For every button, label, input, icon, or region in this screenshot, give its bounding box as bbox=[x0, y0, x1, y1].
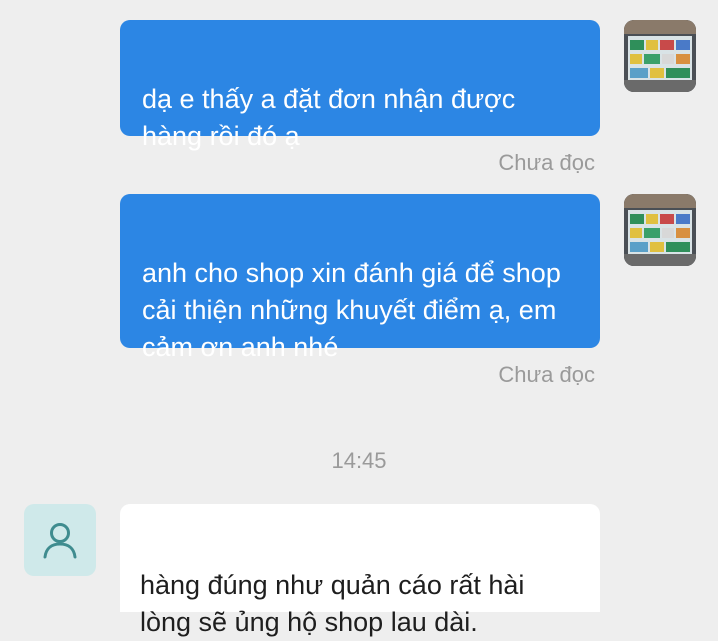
outgoing-message-bubble[interactable]: dạ e thấy a đặt đơn nhận được hàng rồi đ… bbox=[120, 20, 600, 151]
incoming-message-bubble[interactable]: hàng đúng như quản cáo rất hài lòng sẽ ủ… bbox=[120, 504, 600, 637]
read-status: Chưa đọc bbox=[498, 150, 595, 175]
outgoing-message-bubble[interactable]: anh cho shop xin đánh giá để shop cải th… bbox=[120, 194, 600, 362]
user-icon bbox=[43, 523, 77, 559]
user-avatar[interactable] bbox=[24, 504, 96, 576]
time-separator: 14:45 bbox=[331, 448, 387, 473]
message-text: hàng đúng như quản cáo rất hài lòng sẽ ủ… bbox=[140, 570, 525, 637]
shop-storefront-photo-icon bbox=[624, 20, 696, 92]
message-text: dạ e thấy a đặt đơn nhận được hàng rồi đ… bbox=[142, 84, 516, 151]
shop-storefront-photo-icon bbox=[624, 194, 696, 266]
shop-avatar[interactable] bbox=[624, 20, 696, 92]
read-status: Chưa đọc bbox=[498, 362, 595, 387]
shop-avatar[interactable] bbox=[624, 194, 696, 266]
message-text: anh cho shop xin đánh giá để shop cải th… bbox=[142, 258, 561, 362]
